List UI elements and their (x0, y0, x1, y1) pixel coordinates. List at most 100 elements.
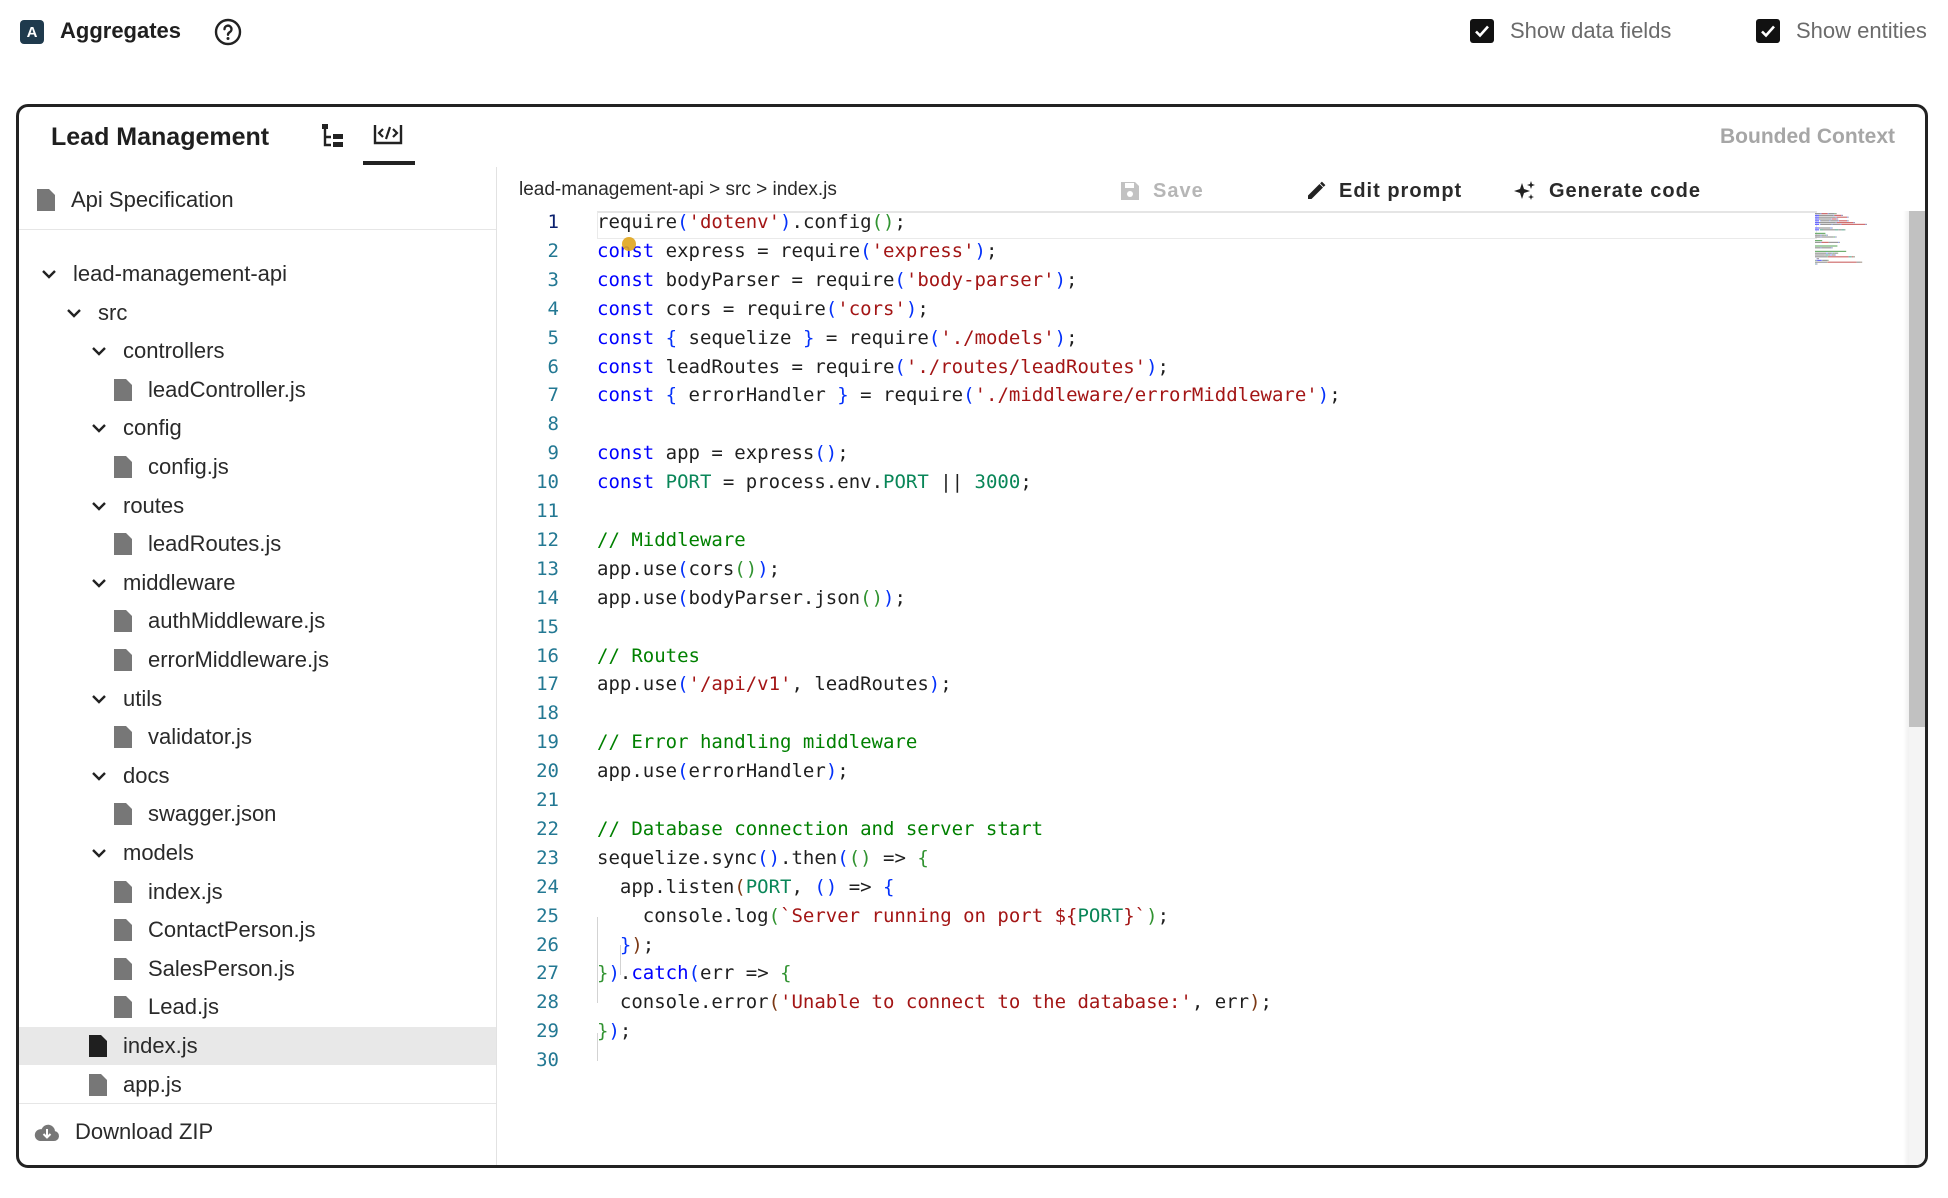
help-icon[interactable] (214, 18, 242, 46)
minimap-mark (1831, 254, 1835, 256)
code-token: , (791, 875, 815, 898)
tree-folder-item[interactable]: lead-management-api (19, 255, 496, 293)
minimap-mark (1827, 256, 1828, 258)
code-line: 26 }); (497, 934, 1817, 963)
tree-folder-item[interactable]: config (19, 409, 496, 447)
tree-file-item[interactable]: errorMiddleware.js (19, 641, 496, 679)
divider (19, 229, 496, 230)
tree-file-item[interactable]: SalesPerson.js (19, 950, 496, 988)
code-line: 7 const { errorHandler } = require('./mid… (497, 384, 1817, 413)
tree-folder-item[interactable]: src (19, 294, 496, 332)
tree-folder-item[interactable]: models (19, 834, 496, 872)
tree-folder-item[interactable]: controllers (19, 332, 496, 370)
minimap-mark (1834, 214, 1842, 216)
download-zip-button[interactable]: Download ZIP (19, 1105, 496, 1159)
code-token: ) (1054, 268, 1067, 291)
minimap-mark (1853, 222, 1855, 224)
edit-prompt-button[interactable]: Edit prompt (1305, 175, 1462, 207)
code-token: app.use (597, 760, 678, 783)
minimap-mark (1819, 223, 1821, 225)
code-line: 12 // Middleware (497, 529, 1817, 558)
minimap-mark (1815, 252, 1827, 254)
vertical-scrollbar[interactable] (1903, 211, 1925, 1165)
minimap-mark (1835, 229, 1839, 231)
tree-file-item[interactable]: validator.js (19, 718, 496, 756)
mouse-cursor-indicator (622, 237, 636, 251)
code-line: 20 app.use(errorHandler); (497, 760, 1817, 789)
tree-item-label: SalesPerson.js (148, 955, 295, 981)
divider (19, 1103, 496, 1104)
tree-item-label: index.js (123, 1033, 198, 1058)
line-number: 16 (536, 644, 559, 667)
minimap-mark (1815, 256, 1827, 258)
tree-file-item[interactable]: index.js (19, 873, 496, 911)
save-button[interactable]: Save (1119, 175, 1204, 207)
code-token: sequelize.sync (597, 846, 758, 869)
tree-file-item[interactable]: app.js (19, 1066, 496, 1104)
tree-file-item[interactable]: leadController.js (19, 371, 496, 409)
tree-file-item[interactable]: authMiddleware.js (19, 602, 496, 640)
minimap-mark (1827, 256, 1849, 258)
code-line: 8 (497, 413, 1817, 442)
tree-file-item[interactable]: leadRoutes.js (19, 525, 496, 563)
code-token: express = require (654, 239, 861, 262)
code-line: 6 const leadRoutes = require('./routes/le… (497, 356, 1817, 385)
api-specification-item[interactable]: Api Specification (19, 175, 496, 225)
code-token: ; (894, 211, 906, 233)
minimap-mark (1833, 236, 1835, 238)
minimap-mark (1840, 223, 1842, 225)
minimap[interactable] (1815, 213, 1885, 273)
line-source: app.use(cors()); (597, 558, 780, 580)
minimap-mark (1844, 229, 1846, 231)
tree-view-icon[interactable] (319, 121, 349, 151)
tree-folder-item[interactable]: middleware (19, 564, 496, 602)
code-line: 3 const bodyParser = require('body-parser… (497, 269, 1817, 298)
minimap-mark (1835, 236, 1837, 238)
tree-file-item[interactable]: index.js (19, 1027, 496, 1065)
tree-file-item[interactable]: config.js (19, 448, 496, 486)
file-icon (89, 1035, 107, 1057)
code-area[interactable]: 1 require('dotenv').config(); 2 const expre… (497, 211, 1925, 1165)
tree-folder-item[interactable]: routes (19, 487, 496, 525)
line-number: 20 (536, 760, 559, 783)
code-token: { (917, 846, 929, 869)
code-token: .config (791, 211, 872, 233)
chevron-down-icon (92, 849, 106, 858)
code-line: 2 const express = require('express'); (497, 240, 1817, 269)
minimap-mark (1815, 263, 1817, 265)
line-source: // Middleware (597, 529, 746, 551)
code-line: 15 (497, 616, 1817, 645)
show-entities-checkbox[interactable]: Show entities (1756, 18, 1927, 44)
code-token: ( (860, 239, 872, 262)
minimap-mark (1826, 252, 1828, 254)
minimap-mark (1815, 232, 1826, 234)
code-line: 17 app.use('/api/v1', leadRoutes); (497, 673, 1817, 702)
tree-folder-item[interactable]: docs (19, 757, 496, 795)
code-token: require (597, 211, 678, 233)
code-line: 5 const { sequelize } = require('./models… (497, 327, 1817, 356)
tree-file-item[interactable]: ContactPerson.js (19, 911, 496, 949)
line-number: 7 (547, 384, 559, 407)
tree-file-item[interactable]: swagger.json (19, 795, 496, 833)
tree-file-item[interactable]: Lead.js (19, 988, 496, 1026)
minimap-mark (1847, 216, 1848, 218)
code-token: catch (631, 962, 689, 985)
code-token: ( (677, 673, 689, 696)
minimap-mark (1815, 250, 1847, 252)
code-view-icon[interactable] (371, 119, 405, 149)
minimap-mark (1835, 236, 1836, 238)
code-token: , err (1191, 991, 1250, 1014)
pencil-icon (1308, 181, 1326, 199)
line-number: 24 (536, 875, 559, 898)
minimap-mark (1841, 223, 1866, 225)
line-number: 21 (536, 789, 559, 811)
code-token: } (802, 326, 815, 349)
code-token: ( (894, 355, 906, 378)
show-data-fields-checkbox[interactable]: Show data fields (1470, 18, 1671, 44)
generate-code-button[interactable]: Generate code (1513, 175, 1701, 207)
minimap-mark (1831, 247, 1832, 249)
minimap-mark (1838, 220, 1839, 222)
code-token: = require (814, 326, 929, 349)
tree-folder-item[interactable]: utils (19, 680, 496, 718)
scrollbar-thumb[interactable] (1909, 211, 1925, 727)
